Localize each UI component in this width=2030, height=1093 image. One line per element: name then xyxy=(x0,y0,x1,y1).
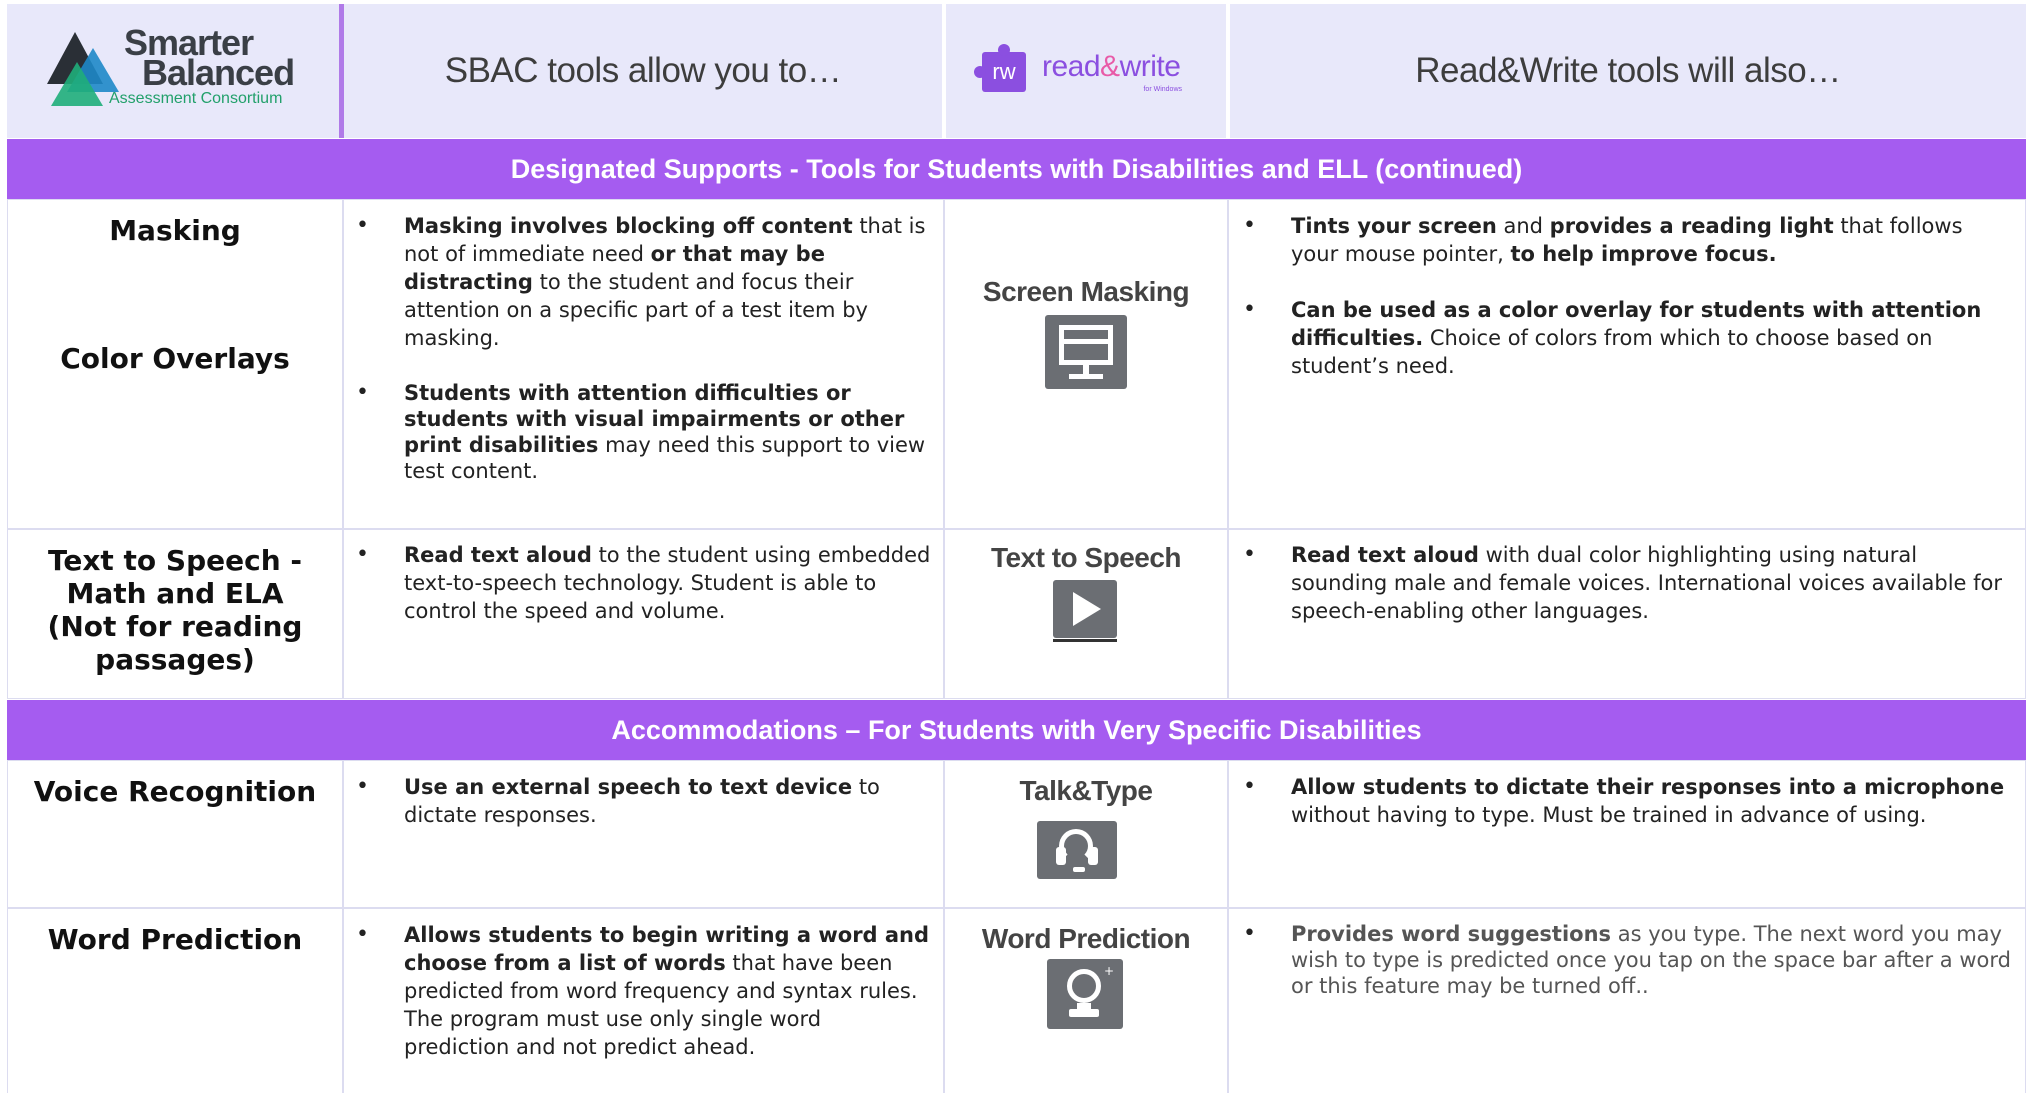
header-rw-cell: Read&Write tools will also… xyxy=(1230,4,2026,138)
tts-label-line: passages) xyxy=(95,643,255,676)
label-word-prediction: Word Prediction xyxy=(47,923,303,956)
tool-text-to-speech: Text to Speech xyxy=(990,542,1182,573)
list-item: • Can be used as a color overlay for stud… xyxy=(1243,297,1982,378)
rw-word1: read xyxy=(1042,50,1101,83)
comparison-page: Smarter Balanced Assessment Consortium S… xyxy=(0,0,2030,1093)
designated-supports-band: Designated Supports - Tools for Students… xyxy=(7,139,2026,199)
header-rw-logo-cell: rw read&write for Windows xyxy=(946,4,1226,138)
label-color-overlays: Color Overlays xyxy=(60,342,290,375)
monitor-icon xyxy=(1045,315,1127,389)
tts-sbac-list: • Read text aloud to the student using em… xyxy=(356,541,936,625)
rw-wordmark: read&write xyxy=(1042,50,1181,84)
rw-logo: rw read&write for Windows xyxy=(974,44,1192,98)
rw-word2: write xyxy=(1119,50,1181,83)
rw-badge: rw xyxy=(992,59,1016,84)
rw-heading: Read&Write tools will also… xyxy=(1415,51,1841,90)
label-voice-recognition: Voice Recognition xyxy=(33,775,317,808)
play-icon xyxy=(1053,580,1117,638)
header-logo-cell: Smarter Balanced Assessment Consortium xyxy=(7,4,339,138)
label-masking: Masking xyxy=(109,214,241,247)
list-item: • Masking involves blocking off content t… xyxy=(356,213,926,350)
tts-rw-list: • Read text aloud with dual color highlig… xyxy=(1243,541,2018,625)
crystal-ball-icon: + xyxy=(1047,959,1123,1029)
tts-label-line: Math and ELA xyxy=(66,577,284,610)
rw-sub: for Windows xyxy=(1143,86,1182,93)
wordpred-rw-list: • Provides word suggestions as you type. … xyxy=(1243,921,2018,999)
tool-screen-masking: Screen Masking xyxy=(982,276,1190,307)
list-item: • Provides word suggestions as you type. … xyxy=(1243,921,2011,998)
voice-rw-list: • Allow students to dictate their respons… xyxy=(1243,773,2023,829)
list-item: • Tints your screen and provides a readin… xyxy=(1243,213,1963,266)
list-item: • Read text aloud to the student using em… xyxy=(356,542,931,623)
sbac-heading: SBAC tools allow you to… xyxy=(444,51,842,90)
list-item: • Read text aloud with dual color highlig… xyxy=(1243,542,2002,623)
rw-amp: & xyxy=(1100,50,1120,83)
tool-word-prediction: Word Prediction xyxy=(981,923,1191,954)
logo-line2: Balanced xyxy=(142,52,295,93)
header-sbac-cell: SBAC tools allow you to… xyxy=(344,4,942,138)
accommodations-band: Accommodations – For Students with Very … xyxy=(7,700,2026,760)
logo-line3: Assessment Consortium xyxy=(109,90,283,107)
masking-rw-list: • Tints your screen and provides a readin… xyxy=(1243,212,2013,380)
tts-label-line: Text to Speech - xyxy=(47,544,303,577)
tts-label-line: (Not for reading xyxy=(47,610,303,643)
list-item: • Students with attention difficulties or… xyxy=(356,380,926,483)
voice-sbac-list: • Use an external speech to text device t… xyxy=(356,773,926,829)
puzzle-icon: rw xyxy=(974,44,1026,92)
list-item: • Allow students to dictate their respons… xyxy=(1243,774,2005,827)
list-item: • Allows students to begin writing a word… xyxy=(356,922,930,1059)
play-underline xyxy=(1053,639,1117,642)
label-text-to-speech: Text to Speech - Math and ELA (Not for r… xyxy=(7,544,343,676)
tool-talk-type: Talk&Type xyxy=(1019,775,1153,806)
headset-icon xyxy=(1037,821,1117,879)
list-item: • Use an external speech to text device t… xyxy=(356,774,880,827)
wordpred-sbac-list: • Allows students to begin writing a word… xyxy=(356,921,931,1061)
masking-sbac-list: • Masking involves blocking off content t… xyxy=(356,212,926,484)
